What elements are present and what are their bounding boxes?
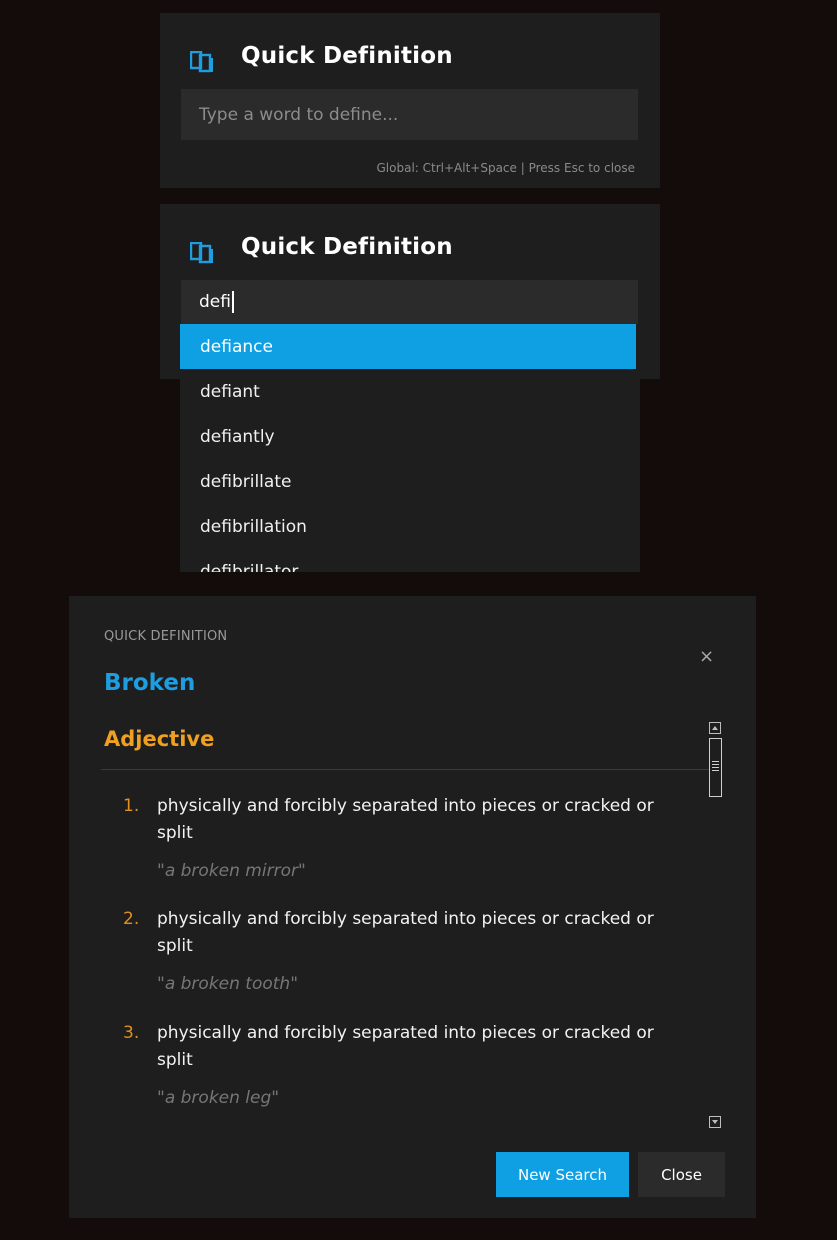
entry-example: "a broken tooth" xyxy=(157,974,299,994)
scrollbar-thumb[interactable] xyxy=(709,738,722,797)
shortcut-hint: Global: Ctrl+Alt+Space | Press Esc to cl… xyxy=(376,161,636,175)
autocomplete-item[interactable]: defibrillator xyxy=(180,549,640,573)
autocomplete-item[interactable]: defiance xyxy=(180,324,636,369)
scrollbar-grip xyxy=(712,764,719,765)
part-of-speech: Adjective xyxy=(104,727,215,751)
popup-title: Quick Definition xyxy=(241,234,453,260)
scroll-down-arrow-icon[interactable] xyxy=(709,1116,721,1128)
search-input[interactable]: defi xyxy=(181,280,638,324)
autocomplete-item[interactable]: defiant xyxy=(180,369,640,414)
close-button[interactable]: Close xyxy=(638,1152,725,1197)
search-input[interactable]: Type a word to define... xyxy=(181,89,638,140)
entry-number: 3. xyxy=(123,1023,140,1043)
entry-text: physically and forcibly separated into p… xyxy=(157,1023,654,1070)
search-placeholder: Type a word to define... xyxy=(199,104,399,125)
entry-number: 2. xyxy=(123,909,140,929)
scrollbar-grip xyxy=(712,767,719,768)
defined-word: Broken xyxy=(104,670,196,696)
new-search-button[interactable]: New Search xyxy=(496,1152,629,1197)
entry-example: "a broken mirror" xyxy=(157,861,306,881)
entry-text: physically and forcibly separated into p… xyxy=(157,909,654,956)
autocomplete-dropdown: defiance defiant defiantly defibrillate … xyxy=(180,324,640,572)
close-icon[interactable]: × xyxy=(699,646,714,667)
book-icon xyxy=(190,242,213,264)
entry-example: "a broken leg" xyxy=(157,1088,280,1108)
divider xyxy=(101,769,709,770)
entry-text: physically and forcibly separated into p… xyxy=(157,796,654,843)
autocomplete-item[interactable]: defiantly xyxy=(180,414,640,459)
quick-definition-popup-empty: Quick Definition Type a word to define..… xyxy=(160,13,660,188)
book-icon xyxy=(190,51,213,73)
popup-title: Quick Definition xyxy=(241,43,453,69)
scrollbar-grip xyxy=(712,770,719,771)
scrollbar-grip xyxy=(712,761,719,762)
entry-number: 1. xyxy=(123,796,140,816)
window-header-label: QUICK DEFINITION xyxy=(104,629,228,644)
definition-window: QUICK DEFINITION × Broken Adjective 1. p… xyxy=(69,596,756,1218)
autocomplete-item[interactable]: defibrillation xyxy=(180,504,640,549)
autocomplete-item[interactable]: defibrillate xyxy=(180,459,640,504)
text-caret xyxy=(231,291,234,313)
scroll-up-arrow-icon[interactable] xyxy=(709,722,721,734)
search-input-value: defi xyxy=(199,292,231,312)
